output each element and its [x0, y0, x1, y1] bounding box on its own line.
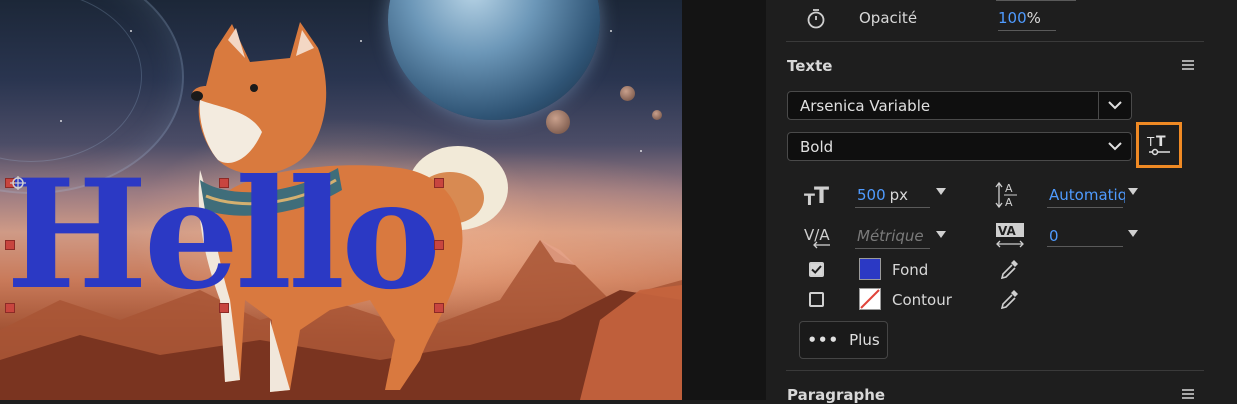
leading-underline	[1047, 207, 1123, 208]
tracking-icon: VA	[996, 223, 1024, 248]
tracking-value[interactable]: 0	[1049, 227, 1059, 245]
variable-font-icon: T T	[1146, 134, 1170, 156]
svg-text:T: T	[814, 184, 829, 207]
svg-text:T: T	[1146, 135, 1155, 149]
font-family-dropdown[interactable]: Arsenica Variable	[787, 91, 1132, 120]
font-size-field[interactable]: 500 px	[857, 186, 908, 204]
fill-checkbox[interactable]	[809, 262, 824, 277]
stroke-checkbox[interactable]	[809, 292, 824, 307]
opacity-label: Opacité	[859, 9, 918, 27]
svg-text:A: A	[1005, 196, 1013, 209]
text-section-title: Texte	[787, 57, 833, 75]
font-size-icon: T T	[804, 184, 829, 207]
kerning-value[interactable]: Métrique	[857, 227, 924, 245]
eyedropper-icon[interactable]	[1000, 258, 1020, 280]
stroke-label: Contour	[892, 291, 952, 309]
tracking-underline	[1047, 246, 1123, 247]
more-dots-icon: •••	[807, 331, 840, 349]
fill-color-swatch[interactable]	[859, 258, 881, 280]
selection-handle[interactable]	[5, 303, 15, 313]
selection-handle[interactable]	[219, 178, 229, 188]
chevron-down-icon[interactable]	[1098, 92, 1131, 119]
anchor-point-icon[interactable]	[10, 176, 26, 190]
section-separator	[786, 41, 1204, 42]
opacity-value[interactable]: 100	[998, 9, 1027, 27]
selection-handle[interactable]	[434, 303, 444, 313]
selection-handle[interactable]	[219, 303, 229, 313]
stopwatch-icon[interactable]	[806, 8, 826, 30]
font-size-caret-icon[interactable]	[936, 188, 946, 195]
selection-handle[interactable]	[434, 240, 444, 250]
font-size-value[interactable]: 500	[857, 186, 886, 204]
svg-text:VA: VA	[998, 224, 1016, 238]
variable-font-settings-button[interactable]: T T	[1136, 122, 1182, 168]
font-family-value: Arsenica Variable	[800, 96, 931, 115]
stroke-color-swatch[interactable]	[859, 288, 881, 310]
artboard-canvas[interactable]: Hello	[0, 0, 682, 400]
svg-text:A: A	[1005, 182, 1013, 195]
svg-text:V/A: V/A	[804, 226, 830, 244]
font-style-value: Bold	[800, 137, 834, 156]
eyedropper-icon[interactable]	[1000, 288, 1020, 310]
properties-panel: Opacité 100 % Texte Arsenica Variable Bo…	[766, 0, 1237, 404]
leading-value[interactable]: Automatiq	[1049, 186, 1125, 204]
kerning-caret-icon[interactable]	[936, 231, 946, 238]
leading-field[interactable]: Automatiq	[1049, 186, 1125, 204]
more-label: Plus	[849, 331, 880, 349]
paragraph-section-menu-icon[interactable]	[1182, 389, 1194, 399]
kerning-icon: V/A	[804, 226, 830, 249]
font-size-underline	[855, 207, 930, 208]
top-field-underline	[996, 0, 1076, 1]
tracking-caret-icon[interactable]	[1128, 230, 1138, 237]
kerning-underline	[855, 248, 930, 249]
opacity-unit: %	[1026, 9, 1041, 27]
selection-handle[interactable]	[5, 240, 15, 250]
chevron-down-icon[interactable]	[1099, 133, 1131, 160]
opacity-underline	[998, 30, 1056, 31]
leading-icon: A A	[995, 181, 1017, 209]
paragraph-section-title: Paragraphe	[787, 386, 886, 404]
font-size-unit: px	[889, 186, 909, 204]
leading-caret-icon[interactable]	[1128, 188, 1138, 195]
panel-divider	[682, 0, 766, 400]
text-section-menu-icon[interactable]	[1182, 60, 1194, 70]
tracking-field[interactable]: 0	[1049, 227, 1059, 245]
svg-text:T: T	[1156, 134, 1166, 150]
fill-label: Fond	[892, 261, 929, 279]
more-options-button[interactable]: ••• Plus	[799, 321, 888, 359]
opacity-field[interactable]: 100 %	[998, 9, 1041, 27]
selection-handle[interactable]	[434, 178, 444, 188]
font-style-dropdown[interactable]: Bold	[787, 132, 1132, 161]
section-separator	[786, 370, 1204, 371]
kerning-field[interactable]: Métrique	[857, 227, 924, 245]
